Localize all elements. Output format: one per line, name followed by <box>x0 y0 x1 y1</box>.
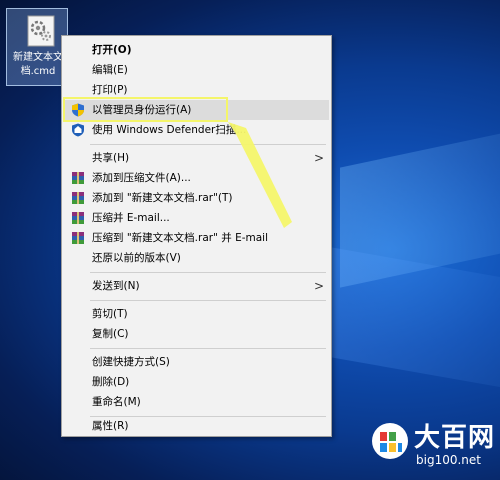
site-watermark: 大百网 big100.net <box>370 415 495 475</box>
menu-item-label: 打印(P) <box>92 84 128 96</box>
menu-separator <box>90 348 326 349</box>
menu-item-properties[interactable]: 属性(R) <box>64 416 329 436</box>
menu-item-cut[interactable]: 剪切(T) <box>64 304 329 324</box>
menu-separator <box>90 300 326 301</box>
menu-item-label: 删除(D) <box>92 376 130 388</box>
menu-item-print[interactable]: 打印(P) <box>64 80 329 100</box>
menu-separator <box>90 272 326 273</box>
menu-item-label: 编辑(E) <box>92 64 128 76</box>
menu-item-label: 发送到(N) <box>92 280 140 292</box>
menu-item-delete[interactable]: 删除(D) <box>64 372 329 392</box>
cmd-gear-icon <box>27 15 55 47</box>
menu-item-run-as-admin[interactable]: 以管理员身份运行(A) <box>64 100 329 120</box>
windows-defender-icon <box>71 123 85 137</box>
menu-item-label: 添加到 "新建文本文档.rar"(T) <box>92 192 233 204</box>
winrar-icon <box>71 171 85 185</box>
menu-item-defender-scan[interactable]: 使用 Windows Defender扫描... <box>64 120 329 140</box>
menu-item-label: 重命名(M) <box>92 396 141 408</box>
menu-item-add-to-archive[interactable]: 添加到压缩文件(A)... <box>64 168 329 188</box>
context-menu: 打开(O) 编辑(E) 打印(P) 以管理员身份运行(A) 使用 Windows… <box>61 35 332 437</box>
winrar-icon <box>71 231 85 245</box>
winrar-icon <box>71 211 85 225</box>
menu-item-compress-email[interactable]: 压缩并 E-mail... <box>64 208 329 228</box>
menu-item-compress-rar-email[interactable]: 压缩到 "新建文本文档.rar" 并 E-mail <box>64 228 329 248</box>
menu-item-label: 压缩到 "新建文本文档.rar" 并 E-mail <box>92 232 268 244</box>
wallpaper-light-beam <box>340 112 500 288</box>
uac-shield-icon <box>71 103 85 117</box>
submenu-arrow-icon: > <box>313 151 324 165</box>
menu-item-rename[interactable]: 重命名(M) <box>64 392 329 412</box>
menu-item-label: 以管理员身份运行(A) <box>92 104 192 116</box>
wallpaper-light-beam <box>330 247 500 403</box>
menu-item-label: 打开(O) <box>92 44 132 56</box>
watermark-subtitle: big100.net <box>416 453 481 467</box>
menu-item-edit[interactable]: 编辑(E) <box>64 60 329 80</box>
menu-item-label: 压缩并 E-mail... <box>92 212 170 224</box>
menu-item-label: 复制(C) <box>92 328 129 340</box>
menu-item-copy[interactable]: 复制(C) <box>64 324 329 344</box>
menu-separator <box>90 144 326 145</box>
menu-item-send-to[interactable]: 发送到(N) > <box>64 276 329 296</box>
desktop-file-icon[interactable]: 新建文本文档.cmd <box>6 8 68 86</box>
menu-item-create-shortcut[interactable]: 创建快捷方式(S) <box>64 352 329 372</box>
watermark-title: 大百网 <box>414 423 496 453</box>
winrar-icon <box>71 191 85 205</box>
menu-item-add-to-rar[interactable]: 添加到 "新建文本文档.rar"(T) <box>64 188 329 208</box>
menu-item-label: 使用 Windows Defender扫描... <box>92 124 247 136</box>
menu-item-share[interactable]: 共享(H) > <box>64 148 329 168</box>
submenu-arrow-icon: > <box>313 279 324 293</box>
menu-item-label: 剪切(T) <box>92 308 128 320</box>
watermark-logo-icon <box>372 423 408 459</box>
menu-item-label: 添加到压缩文件(A)... <box>92 172 191 184</box>
menu-item-label: 属性(R) <box>92 420 129 432</box>
menu-item-open[interactable]: 打开(O) <box>64 40 329 60</box>
menu-item-restore-versions[interactable]: 还原以前的版本(V) <box>64 248 329 268</box>
menu-item-label: 共享(H) <box>92 152 130 164</box>
menu-item-label: 创建快捷方式(S) <box>92 356 170 368</box>
menu-item-label: 还原以前的版本(V) <box>92 252 181 264</box>
desktop-file-label: 新建文本文档.cmd <box>13 52 63 77</box>
